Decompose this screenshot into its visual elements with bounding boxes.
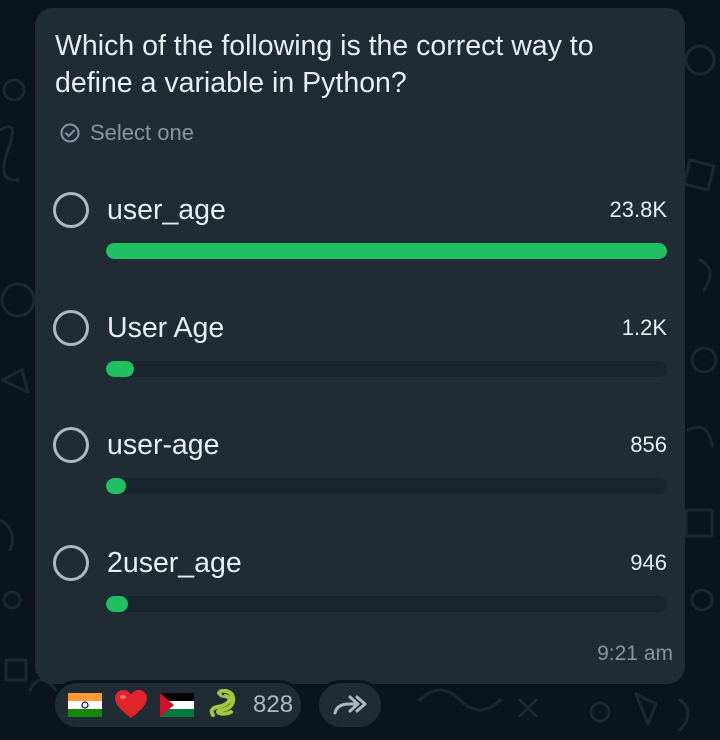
- poll-option-2[interactable]: User Age 1.2K: [53, 310, 667, 420]
- message-timestamp: 9:21 am: [597, 642, 673, 665]
- reaction-count: 828: [253, 691, 294, 718]
- palestine-flag-icon: [159, 687, 195, 723]
- reactions-bar[interactable]: 828: [52, 680, 304, 730]
- poll-option-3[interactable]: user-age 856: [53, 427, 667, 537]
- option-progress-track: [106, 243, 667, 259]
- select-hint-label: Select one: [90, 120, 194, 145]
- select-hint: Select one: [60, 119, 194, 147]
- option-label: 2user_age: [107, 547, 242, 579]
- option-label: user-age: [107, 429, 220, 461]
- option-label: User Age: [107, 312, 225, 344]
- option-radio[interactable]: [53, 427, 89, 463]
- option-progress-fill: [106, 361, 135, 377]
- poll-question: Which of the following is the correct wa…: [55, 30, 594, 99]
- option-label: user_age: [107, 194, 226, 226]
- option-progress-fill: [106, 596, 129, 612]
- option-vote-count: 856: [630, 432, 667, 457]
- option-progress-track: [106, 596, 667, 612]
- poll-message-bubble: Which of the following is the correct wa…: [35, 8, 685, 684]
- option-radio[interactable]: [53, 192, 89, 228]
- red-heart-icon: [113, 687, 149, 723]
- india-flag-icon: [67, 687, 103, 723]
- option-progress-fill: [106, 478, 127, 494]
- poll-option-1[interactable]: user_age 23.8K: [53, 192, 667, 302]
- option-progress-track: [106, 361, 667, 377]
- forward-button[interactable]: [316, 680, 384, 730]
- option-vote-count: 23.8K: [609, 197, 668, 222]
- snake-icon: [205, 687, 241, 723]
- option-vote-count: 1.2K: [621, 315, 667, 340]
- option-progress-fill: [106, 243, 667, 259]
- option-radio[interactable]: [53, 545, 89, 581]
- check-circle-icon: [60, 123, 80, 143]
- option-vote-count: 946: [630, 550, 667, 575]
- poll-option-4[interactable]: 2user_age 946: [53, 545, 667, 655]
- option-radio[interactable]: [53, 310, 89, 346]
- forward-icon: [333, 695, 367, 715]
- option-progress-track: [106, 478, 667, 494]
